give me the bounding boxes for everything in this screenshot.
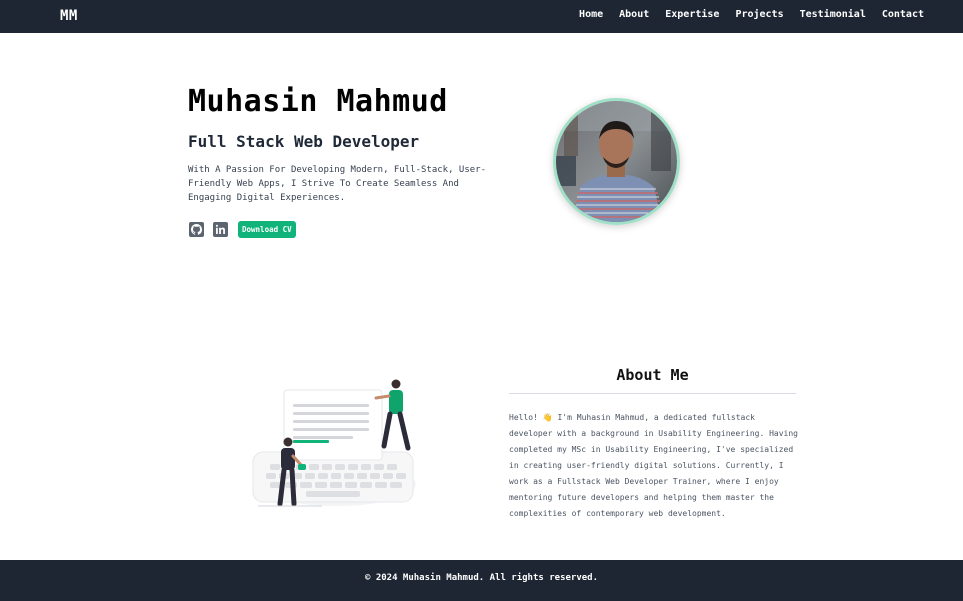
navbar: MM Home About Expertise Projects Testimo…: [0, 0, 963, 33]
github-icon[interactable]: [189, 222, 204, 237]
social-links: Download CV: [189, 221, 296, 238]
about-text: Hello! 👋 I'm Muhasin Mahmud, a dedicated…: [509, 413, 798, 518]
nav-link-contact[interactable]: Contact: [882, 9, 924, 20]
hero-name: Muhasin Mahmud: [188, 84, 448, 119]
download-cv-button[interactable]: Download CV: [238, 221, 296, 238]
profile-photo: [553, 98, 680, 225]
nav-link-testimonial[interactable]: Testimonial: [800, 9, 866, 20]
footer-copyright: © 2024 Muhasin Mahmud. All rights reserv…: [365, 573, 598, 583]
linkedin-icon[interactable]: [213, 222, 228, 237]
hero-bio: With A Passion For Developing Modern, Fu…: [188, 165, 487, 203]
nav-link-home[interactable]: Home: [579, 9, 603, 20]
nav-link-projects[interactable]: Projects: [735, 9, 783, 20]
hero-role: Full Stack Web Developer: [188, 132, 420, 151]
nav-link-about[interactable]: About: [619, 9, 649, 20]
nav-link-expertise[interactable]: Expertise: [665, 9, 719, 20]
logo[interactable]: MM: [60, 8, 78, 24]
about-divider: [509, 393, 796, 394]
footer: © 2024 Muhasin Mahmud. All rights reserv…: [0, 560, 963, 601]
about-title: About Me: [616, 366, 689, 384]
about-illustration: [248, 378, 418, 510]
nav-menu: Home About Expertise Projects Testimonia…: [579, 9, 924, 20]
